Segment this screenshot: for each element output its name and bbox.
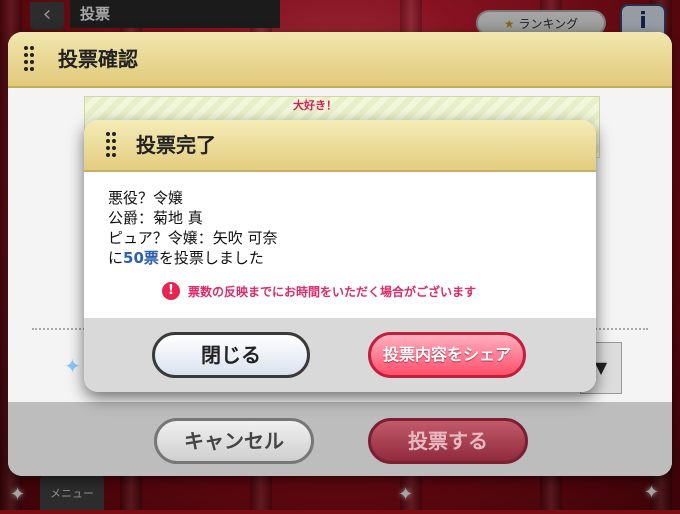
vote-complete-dialog: 投票完了 悪役？令嬢 公爵：菊地 真 ピュア？令嬢：矢吹 可奈 に50票を投票し… (84, 120, 596, 392)
vote-button[interactable]: 投票する (368, 418, 528, 464)
idol-role-line: ピュア？令嬢：矢吹 可奈 (108, 229, 278, 247)
dialog-title: 投票確認 (58, 47, 138, 71)
warning-icon: ! (162, 282, 180, 300)
idol-role-line: 公爵：菊地 真 (108, 209, 203, 227)
cancel-button[interactable]: キャンセル (154, 418, 314, 464)
grip-icon (24, 46, 36, 72)
dialog-footer (8, 402, 672, 476)
dialog-title: 投票完了 (136, 133, 216, 157)
close-button[interactable]: 閉じる (152, 332, 310, 378)
grip-icon (106, 132, 118, 158)
vote-result-line: に50票を投票しました (108, 248, 277, 268)
result-suffix: を投票しました (158, 249, 264, 267)
warning-notice: ! 票数の反映までにお時間をいただく場合がございます (162, 282, 476, 300)
result-prefix: に (108, 249, 124, 267)
chevron-down-icon: ▼ (594, 358, 608, 377)
banner-tag: 大好き！ (293, 99, 337, 112)
idol-unit-line: 悪役？令嬢 (108, 189, 184, 207)
vote-result-message: 悪役？令嬢 公爵：菊地 真 ピュア？令嬢：矢吹 可奈 に50票を投票しました (108, 188, 277, 268)
sparkle-icon: ✦ (64, 354, 81, 378)
vote-count: 50票 (123, 249, 159, 267)
warning-text: 票数の反映までにお時間をいただく場合がございます (188, 284, 477, 299)
share-button[interactable]: 投票内容をシェア (368, 332, 526, 378)
dialog-header: 投票確認 (8, 32, 672, 88)
dialog-header: 投票完了 (84, 120, 596, 172)
